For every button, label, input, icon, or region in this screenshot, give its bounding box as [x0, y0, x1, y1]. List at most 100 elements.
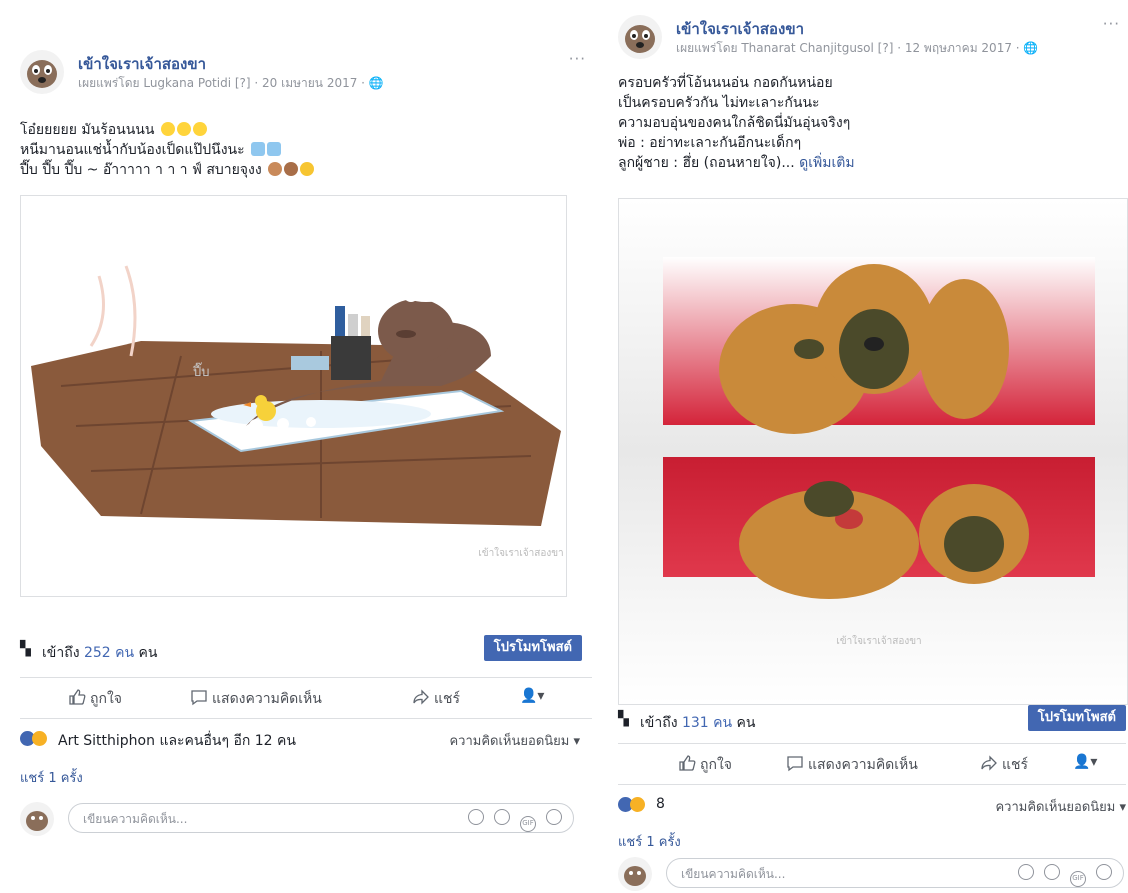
comment-button[interactable]: แสดงความคิดเห็น [786, 754, 918, 776]
post-line-2: หนีมานอนแช่น้ำกับน้องเป็ดแป๊ปนึงนะ [20, 142, 245, 158]
action-bar: ถูกใจ แสดงความคิดเห็น แชร์ 👤▾ [618, 743, 1126, 785]
avatar-selector-icon[interactable]: 👤▾ [1073, 754, 1097, 770]
comment-sort-dropdown[interactable]: ความคิดเห็นยอดนิยม ▾ [449, 730, 580, 751]
post-line-4: พ่อ : อย่าทะเลาะกันอีกนะเด็กๆ [618, 135, 802, 151]
image-sound-text: ปี๊บ [192, 362, 210, 380]
boost-post-button[interactable]: โปรโมทโพสต์ [1027, 705, 1126, 731]
speech-bubble-icon [191, 690, 207, 706]
sun-emoji-icon [160, 122, 175, 136]
reach-text[interactable]: เข้าถึง 131 คน คน [640, 712, 755, 734]
reach-count[interactable]: 252 คน [84, 645, 134, 661]
reach-count[interactable]: 131 คน [682, 715, 732, 731]
post-card-1: เข้าใจเราเจ้าสองขา เผยแพร่โดย Lugkana Po… [20, 50, 592, 860]
like-label: ถูกใจ [700, 757, 732, 773]
comment-composer: เขียนความคิดเห็น... GIF [20, 800, 592, 838]
like-button[interactable]: ถูกใจ [678, 754, 732, 776]
image-watermark: เข้าใจเราเจ้าสองขา [478, 547, 563, 559]
comment-tools: GIF [458, 809, 562, 832]
post-line-2: เป็นครอบครัวกัน ไม่ทะเลาะกันนะ [618, 95, 820, 111]
reactions-row: Art Sitthiphon และคนอื่นๆ อีก 12 คน ความ… [20, 727, 592, 751]
smiley-icon[interactable] [468, 809, 484, 825]
comment-button[interactable]: แสดงความคิดเห็น [190, 688, 322, 710]
like-button[interactable]: ถูกใจ [68, 688, 122, 710]
reach-suffix: คน [134, 645, 158, 661]
reactions-text[interactable]: Art Sitthiphon และคนอื่นๆ อีก 12 คน [58, 730, 296, 752]
camera-icon[interactable] [494, 809, 510, 825]
post-line-3: ปี๊บ ปี๊บ ปี๊บ ~ อ๊าาาาา า า า ฟ์ สบายจุ… [20, 162, 262, 178]
share-button[interactable]: แชร์ [980, 754, 1028, 776]
post-image[interactable]: เข้าใจเราเจ้าสองขา [618, 198, 1128, 705]
comment-tools: GIF [1008, 864, 1112, 887]
post-line-1: ครอบครัวที่โอ้นนนอ่น กอดกันหน่อย [618, 75, 833, 91]
reach-prefix: เข้าถึง [42, 645, 84, 661]
speech-bubble-icon [787, 756, 803, 772]
sticker-icon[interactable] [1096, 864, 1112, 880]
see-more-link[interactable]: ดูเพิ่มเติม [799, 155, 854, 171]
post-image[interactable]: ปี๊บ เข้าใจเราเจ้าสองขา [20, 195, 567, 597]
page-avatar[interactable] [618, 15, 662, 59]
more-options-icon[interactable]: ··· [1103, 15, 1120, 33]
comment-label: แสดงความคิดเห็น [212, 691, 322, 707]
thumbs-up-icon [69, 689, 86, 705]
smiley-icon[interactable] [1018, 864, 1034, 880]
reaction-icons[interactable] [20, 730, 47, 746]
sticker-icon[interactable] [546, 809, 562, 825]
post-text: ครอบครัวที่โอ้นนนอ่น กอดกันหน่อย เป็นครอ… [618, 73, 855, 173]
haha-reaction-icon [32, 730, 47, 746]
comment-sort-dropdown[interactable]: ความคิดเห็นยอดนิยม ▾ [995, 796, 1126, 817]
post-meta: เผยแพร่โดย Thanarat Chanjitgusol [?] · 1… [676, 39, 1038, 58]
user-avatar [20, 802, 54, 836]
post-meta: เผยแพร่โดย Lugkana Potidi [?] · 20 เมษาย… [78, 74, 384, 93]
people-icon: ▚ [618, 711, 629, 727]
share-label: แชร์ [1002, 757, 1029, 773]
post-line-5: ลูกผู้ชาย : ฮึ่ย (ถอนหายใจ)... [618, 155, 795, 171]
sun-emoji-icon [176, 122, 191, 136]
like-label: ถูกใจ [90, 691, 122, 707]
reactions-count[interactable]: 8 [656, 796, 665, 812]
shares-count[interactable]: แชร์ 1 ครั้ง [618, 831, 681, 852]
bath-illustration: ปี๊บ เข้าใจเราเจ้าสองขา [31, 265, 564, 559]
share-label: แชร์ [434, 691, 461, 707]
page-avatar[interactable] [20, 50, 64, 94]
post-text: โอ๋ยยยยย มันร้อนนนน หนีมานอนแช่น้ำกับน้อ… [20, 120, 315, 180]
bath-emoji-icon [251, 142, 266, 156]
avatar-selector-icon[interactable]: 👤▾ [520, 688, 544, 704]
haha-reaction-icon [630, 796, 645, 812]
user-avatar [618, 857, 652, 891]
sun-emoji-icon [192, 122, 207, 136]
thumbs-up-icon [679, 755, 696, 771]
camera-icon[interactable] [1044, 864, 1060, 880]
globe-icon: 🌐 [1023, 41, 1039, 55]
post-card-2: เข้าใจเราเจ้าสองขา เผยแพร่โดย Thanarat C… [618, 15, 1128, 893]
globe-icon: 🌐 [368, 76, 384, 90]
post-header: เข้าใจเราเจ้าสองขา เผยแพร่โดย Lugkana Po… [20, 50, 592, 98]
paw-emoji-icon [268, 162, 283, 176]
comment-composer: เขียนความคิดเห็น... GIF [618, 855, 1126, 893]
gif-icon[interactable]: GIF [520, 816, 536, 832]
boost-post-button[interactable]: โปรโมทโพสต์ [483, 635, 582, 661]
post-line-1: โอ๋ยยยยย มันร้อนนนน [20, 122, 155, 138]
page-name[interactable]: เข้าใจเราเจ้าสองขา [78, 52, 206, 76]
share-arrow-icon [413, 689, 429, 705]
page-name[interactable]: เข้าใจเราเจ้าสองขา [676, 17, 804, 41]
shares-count[interactable]: แชร์ 1 ครั้ง [20, 767, 83, 788]
reach-row: ▚ เข้าถึง 252 คน คน โปรโมทโพสต์ [20, 635, 592, 665]
people-icon: ▚ [20, 641, 31, 657]
post-line-3: ความอบอุ่นของคนใกล้ชิดนี่มันอุ่นจริงๆ [618, 115, 851, 131]
more-options-icon[interactable]: ··· [569, 50, 586, 68]
post-meta-text[interactable]: เผยแพร่โดย Thanarat Chanjitgusol [?] · 1… [676, 41, 1023, 55]
reach-row: ▚ เข้าถึง 131 คน คน โปรโมทโพสต์ [618, 705, 1126, 735]
reach-text[interactable]: เข้าถึง 252 คน คน [42, 642, 157, 664]
post-meta-text[interactable]: เผยแพร่โดย Lugkana Potidi [?] · 20 เมษาย… [78, 76, 369, 90]
share-button[interactable]: แชร์ [412, 688, 460, 710]
relieved-emoji-icon [300, 162, 315, 176]
paw-emoji-icon [284, 162, 299, 176]
comment-label: แสดงความคิดเห็น [808, 757, 918, 773]
reaction-icons[interactable] [618, 796, 645, 812]
bath-emoji-icon [267, 142, 282, 156]
image-watermark: เข้าใจเราเจ้าสองขา [836, 635, 921, 647]
post-header: เข้าใจเราเจ้าสองขา เผยแพร่โดย Thanarat C… [618, 15, 1126, 63]
gif-icon[interactable]: GIF [1070, 871, 1086, 887]
share-arrow-icon [981, 755, 997, 771]
reactions-row: 8 ความคิดเห็นยอดนิยม ▾ [618, 793, 1126, 817]
